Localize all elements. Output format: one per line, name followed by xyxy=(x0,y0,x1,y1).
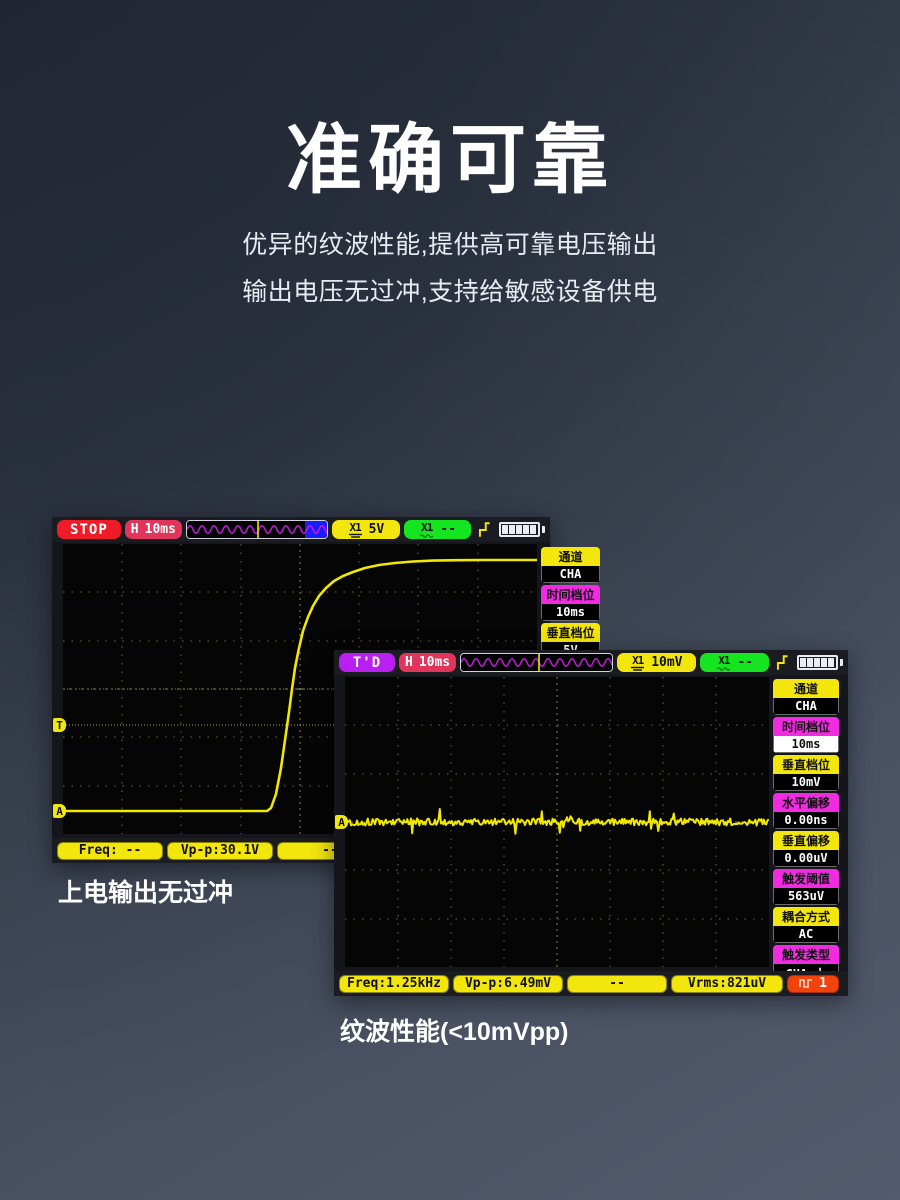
sidebar-item-value: 563uV xyxy=(773,888,839,905)
probe-ch2-value: -- xyxy=(737,655,754,670)
sidebar-item-value: CHA xyxy=(541,566,600,583)
sidebar-item[interactable]: 时间档位 10ms xyxy=(541,585,600,621)
sidebar-item-value: 0.00ns xyxy=(773,812,839,829)
page-title: 准确可靠 xyxy=(286,118,614,203)
run-state-badge[interactable]: STOP xyxy=(57,520,121,539)
sidebar-item[interactable]: 时间档位 10ms xyxy=(773,717,839,753)
sidebar-item-value: 0.00uV xyxy=(773,850,839,867)
channel-a-ground-marker[interactable]: A xyxy=(335,815,348,829)
sidebar-item-value: 10mV xyxy=(773,774,839,791)
scope-b-waveform xyxy=(345,808,769,835)
probe-ac-coupling-icon xyxy=(419,533,434,538)
probe-ch1-badge[interactable]: X1 10mV xyxy=(616,653,696,672)
probe-x1-icon: X1 xyxy=(348,522,363,538)
sidebar-item-value: CHA xyxy=(773,698,839,715)
timebase-badge[interactable]: H 10ms xyxy=(399,653,457,672)
sidebar-item-header: 耦合方式 xyxy=(773,907,839,926)
scope-a-topbar: STOP H 10ms X1 5V X1 -- xyxy=(52,517,550,542)
sidebar-item-header: 触发类型 xyxy=(773,945,839,964)
trigger-count-badge[interactable]: 1 xyxy=(787,974,839,993)
channel-a-ground-marker[interactable]: A xyxy=(53,804,66,818)
measurement-badge-freq[interactable]: Freq:1.25kHz xyxy=(339,974,449,993)
sidebar-item[interactable]: 耦合方式 AC xyxy=(773,907,839,943)
sidebar-item[interactable]: 通道 CHA xyxy=(541,547,600,583)
waveform-overview-strip[interactable] xyxy=(185,520,329,539)
timebase-label: H xyxy=(130,522,139,537)
probe-ch2-value: -- xyxy=(440,522,456,537)
measurement-badge-extra[interactable]: -- xyxy=(567,974,667,993)
measurement-badge-freq[interactable]: Freq: -- xyxy=(57,841,163,860)
sidebar-item[interactable]: 水平偏移 0.00ns xyxy=(773,793,839,829)
trigger-edge-icon xyxy=(777,654,789,670)
battery-full-icon xyxy=(797,655,843,670)
hero-subtitle-line-1: 优异的纹波性能,提供高可靠电压输出 xyxy=(242,231,658,260)
scope-b-bottombar: Freq:1.25kHz Vp-p:6.49mV -- Vrms:821uV 1 xyxy=(334,971,848,996)
battery-full-icon xyxy=(499,522,545,537)
sidebar-item-header: 触发阈值 xyxy=(773,869,839,888)
probe-ch2-badge[interactable]: X1 -- xyxy=(403,520,472,539)
pulse-icon xyxy=(799,979,813,988)
sidebar-item[interactable]: 垂直偏移 0.00uV xyxy=(773,831,839,867)
hero-subtitle-line-2: 输出电压无过冲,支持给敏感设备供电 xyxy=(242,277,658,306)
timebase-label: H xyxy=(405,655,413,670)
sidebar-item-header: 垂直档位 xyxy=(541,623,600,642)
overview-sine-icon xyxy=(461,654,612,671)
probe-ch2-badge[interactable]: X1 -- xyxy=(699,653,770,672)
scope-b-topbar: T'D H 10ms X1 10mV X1 -- xyxy=(334,650,848,675)
measurement-badge-vpp[interactable]: Vp-p:6.49mV xyxy=(453,974,563,993)
timebase-badge[interactable]: H 10ms xyxy=(124,520,182,539)
scope-a-sidebar: 通道 CHA 时间档位 10ms 垂直档位 5V xyxy=(541,547,600,659)
trigger-count-value: 1 xyxy=(819,976,827,991)
measurement-badge-vrms[interactable]: Vrms:821uV xyxy=(671,974,783,993)
sidebar-item-header: 时间档位 xyxy=(773,717,839,736)
probe-ch1-value: 5V xyxy=(368,522,385,537)
sidebar-item-header: 通道 xyxy=(773,679,839,698)
scope-b-plot xyxy=(345,677,769,967)
sidebar-item-value: 10ms xyxy=(773,736,839,753)
scope-a-caption: 上电输出无过冲 xyxy=(58,879,234,907)
timebase-value: 10ms xyxy=(144,522,176,537)
measurement-badge-vpp[interactable]: Vp-p:30.1V xyxy=(167,841,273,860)
sidebar-item-header: 垂直偏移 xyxy=(773,831,839,850)
hero-section: 准确可靠 优异的纹波性能,提供高可靠电压输出 输出电压无过冲,支持给敏感设备供电 xyxy=(0,118,900,318)
probe-ch1-badge[interactable]: X1 5V xyxy=(332,520,400,539)
sidebar-item[interactable]: 触发阈值 563uV xyxy=(773,869,839,905)
sidebar-item-value: 10ms xyxy=(541,604,600,621)
hero-subtitle: 优异的纹波性能,提供高可靠电压输出 输出电压无过冲,支持给敏感设备供电 xyxy=(0,224,900,315)
trigger-level-marker[interactable]: T xyxy=(53,718,66,732)
waveform-overview-strip[interactable] xyxy=(460,653,613,672)
sidebar-item[interactable]: 通道 CHA xyxy=(773,679,839,715)
probe-x1-icon: X1 xyxy=(419,522,434,538)
overview-sine-icon xyxy=(186,521,328,538)
probe-ch1-value: 10mV xyxy=(651,655,683,670)
sidebar-item-header: 水平偏移 xyxy=(773,793,839,812)
probe-x1-icon: X1 xyxy=(716,655,731,671)
trigger-edge-icon xyxy=(479,521,491,537)
probe-attenuation-bars-icon xyxy=(631,666,645,671)
sidebar-item-value: AC xyxy=(773,926,839,943)
probe-attenuation-bars-icon xyxy=(348,533,362,538)
sidebar-item[interactable]: 垂直档位 10mV xyxy=(773,755,839,791)
sidebar-item-header: 通道 xyxy=(541,547,600,566)
sidebar-item-header: 垂直档位 xyxy=(773,755,839,774)
timebase-value: 10ms xyxy=(418,655,451,670)
scope-b-sidebar: 通道 CHA 时间档位 10ms 垂直档位 10mV 水平偏移 0.00ns 垂… xyxy=(773,679,839,984)
scope-b-caption: 纹波性能(<10mVpp) xyxy=(340,1018,569,1046)
run-state-badge[interactable]: T'D xyxy=(339,653,395,672)
probe-ac-coupling-icon xyxy=(716,666,731,671)
oscilloscope-screenshot-b: T'D H 10ms X1 10mV X1 -- A 通道 CHA 时间档位 1… xyxy=(334,650,848,996)
sidebar-item-header: 时间档位 xyxy=(541,585,600,604)
probe-x1-icon: X1 xyxy=(630,655,645,671)
